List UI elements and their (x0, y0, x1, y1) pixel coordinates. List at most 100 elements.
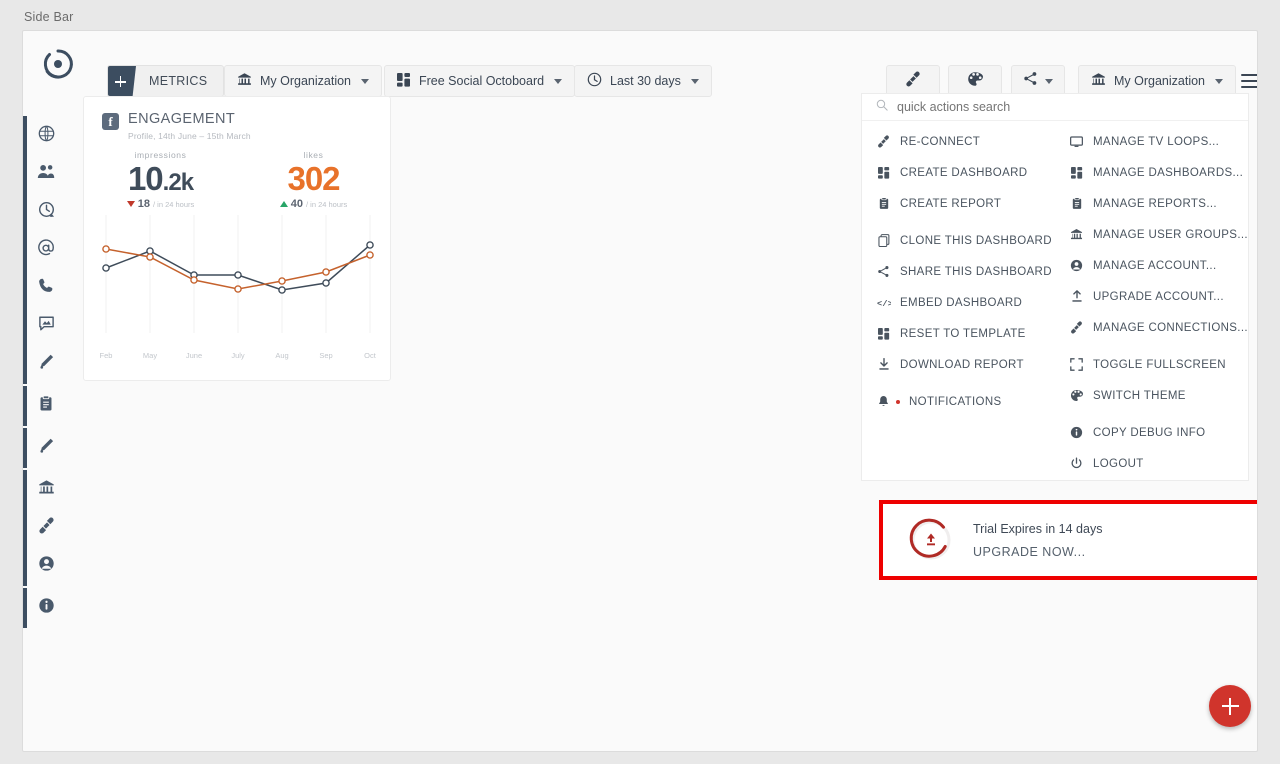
quick-action-upgrade-account[interactable]: UPGRADE ACCOUNT... (1055, 281, 1248, 312)
quick-action-clone-this-dashboard[interactable]: CLONE THIS DASHBOARD (862, 225, 1055, 256)
chart-data-point (234, 285, 242, 293)
chart-data-point (102, 245, 110, 253)
quick-action-label: CREATE REPORT (900, 197, 1002, 210)
quick-action-create-report[interactable]: CREATE REPORT (862, 188, 1055, 219)
quick-action-manage-connections[interactable]: MANAGE CONNECTIONS... (1055, 312, 1248, 343)
quick-actions-right-column: MANAGE TV LOOPS... MANAGE DASHBOARDS... MA… (1055, 126, 1248, 479)
dashboard-grid-icon (1069, 166, 1084, 179)
chart-x-tick-label: Feb (100, 351, 113, 360)
chevron-down-icon (1215, 78, 1224, 84)
people-icon (37, 163, 55, 185)
dashboard-grid-icon (876, 327, 891, 340)
kpi-label: likes (303, 149, 324, 160)
quick-action-copy-debug-info[interactable]: COPY DEBUG INFO (1055, 417, 1248, 448)
chart-x-tick-label: May (143, 351, 157, 360)
quick-action-switch-theme[interactable]: SWITCH THEME (1055, 380, 1248, 411)
trial-banner-highlight: Trial Expires in 14 days UPGRADE NOW... (879, 500, 1257, 580)
quick-action-notifications[interactable]: NOTIFICATIONS (862, 386, 1055, 417)
bank-icon (1069, 228, 1084, 241)
history-clock-icon (38, 201, 55, 223)
quick-action-create-dashboard[interactable]: CREATE DASHBOARD (862, 157, 1055, 188)
quick-action-manage-user-groups[interactable]: MANAGE USER GROUPS... (1055, 219, 1248, 250)
quick-action-logout[interactable]: LOGOUT (1055, 448, 1248, 479)
quick-action-label: SWITCH THEME (1093, 389, 1186, 402)
organization-selector[interactable]: My Organization (224, 65, 383, 97)
kpi-value: 302 (287, 159, 340, 197)
organization-selector-right-label: My Organization (1114, 74, 1206, 88)
quick-action-label: TOGGLE FULLSCREEN (1093, 358, 1226, 371)
search-input[interactable] (897, 100, 1234, 114)
sidebar-item-account[interactable] (23, 546, 69, 586)
pen-icon (38, 353, 55, 375)
quick-action-manage-reports[interactable]: MANAGE REPORTS... (1055, 188, 1248, 219)
chart-x-tick-label: Oct (364, 351, 377, 360)
sidebar-item-calls[interactable] (23, 268, 69, 308)
upgrade-now-link[interactable]: UPGRADE NOW... (973, 545, 1102, 559)
kpi-delta-unit: / in 24 hours (305, 199, 348, 209)
chat-image-icon (38, 315, 55, 337)
sidebar-item-organization[interactable] (23, 470, 69, 510)
engagement-card[interactable]: f ENGAGEMENT Profile, 14th June – 15th M… (83, 96, 391, 381)
quick-action-embed-dashboard[interactable]: </> EMBED DASHBOARD (862, 287, 1055, 318)
window-label: Side Bar (24, 10, 74, 24)
sidebar-item-history[interactable] (23, 192, 69, 232)
plus-icon (108, 66, 136, 96)
sidebar-item-mentions[interactable] (23, 230, 69, 270)
dashboard-selector[interactable]: Free Social Octoboard (384, 65, 576, 97)
code-icon: </> (876, 297, 891, 309)
chart-data-point (322, 268, 330, 276)
clipboard-icon (38, 395, 54, 417)
chart-data-point (278, 286, 286, 294)
hamburger-icon[interactable] (1241, 71, 1257, 91)
quick-action-re-connect[interactable]: RE-CONNECT (862, 126, 1055, 157)
trend-down-icon (126, 201, 135, 208)
sidebar-item-compose[interactable] (23, 344, 69, 384)
quick-action-manage-dashboards[interactable]: MANAGE DASHBOARDS... (1055, 157, 1248, 188)
quick-action-label: LOGOUT (1093, 457, 1144, 470)
plug-icon (876, 135, 891, 148)
sidebar-item-reports[interactable] (23, 386, 69, 426)
kpi-delta: 18 / in 24 hours (84, 198, 237, 210)
kpi-delta-value: 18 (137, 198, 150, 211)
left-icon-rail (23, 116, 69, 677)
sidebar-item-people[interactable] (23, 154, 69, 194)
bank-icon (237, 72, 252, 90)
kpi-label: impressions (134, 149, 187, 160)
sidebar-item-info[interactable] (23, 588, 69, 628)
quick-action-reset-to-template[interactable]: RESET TO TEMPLATE (862, 318, 1055, 349)
sidebar-item-design[interactable] (23, 428, 69, 468)
quick-action-download-report[interactable]: DOWNLOAD REPORT (862, 349, 1055, 380)
quick-actions-search[interactable] (862, 94, 1248, 121)
quick-action-label: MANAGE DASHBOARDS... (1093, 166, 1244, 179)
quick-action-label: MANAGE ACCOUNT... (1093, 259, 1217, 272)
quick-action-manage-account[interactable]: MANAGE ACCOUNT... (1055, 250, 1248, 281)
bell-icon (876, 395, 891, 408)
quick-action-manage-tv-loops[interactable]: MANAGE TV LOOPS... (1055, 126, 1248, 157)
sidebar-item-globe[interactable] (23, 116, 69, 156)
organization-selector-label: My Organization (260, 74, 352, 88)
add-button[interactable] (1209, 685, 1251, 727)
sidebar-item-connections[interactable] (23, 508, 69, 548)
kpi-row: impressions 10.2k 18 / in 24 hours likes… (84, 149, 390, 210)
card-header: f ENGAGEMENT Profile, 14th June – 15th M… (84, 97, 390, 141)
octoboard-logo-icon[interactable] (41, 47, 75, 81)
quick-action-share-this-dashboard[interactable]: SHARE THIS DASHBOARD (862, 256, 1055, 287)
engagement-line-chart: Feb May June July Aug Sep Oct (84, 215, 390, 380)
quick-action-label: MANAGE TV LOOPS... (1093, 135, 1220, 148)
chart-x-tick-label: Sep (319, 351, 332, 360)
upgrade-ring-icon (909, 518, 953, 562)
quick-action-label: SHARE THIS DASHBOARD (900, 265, 1052, 278)
dashboard-selector-label: Free Social Octoboard (419, 74, 545, 88)
trial-banner[interactable]: Trial Expires in 14 days UPGRADE NOW... (883, 504, 1257, 576)
quick-action-toggle-fullscreen[interactable]: TOGGLE FULLSCREEN (1055, 349, 1248, 380)
sidebar-item-media-chat[interactable] (23, 306, 69, 346)
kpi-impressions: impressions 10.2k 18 / in 24 hours (84, 149, 237, 210)
chevron-down-icon (554, 78, 563, 84)
quick-action-label: NOTIFICATIONS (909, 395, 1002, 408)
quick-action-label: COPY DEBUG INFO (1093, 426, 1206, 439)
chevron-down-icon (361, 78, 370, 84)
date-range-selector[interactable]: Last 30 days (574, 65, 712, 97)
share-icon (1023, 71, 1038, 91)
metrics-button[interactable]: METRICS (107, 65, 225, 97)
facebook-icon: f (102, 113, 119, 130)
